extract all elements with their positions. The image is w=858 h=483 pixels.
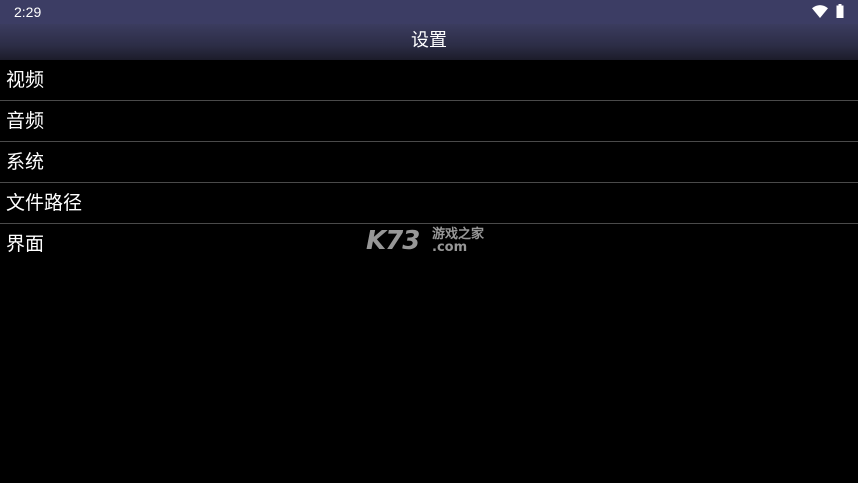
settings-item-audio[interactable]: 音频 <box>0 101 858 142</box>
settings-screen: 2:29 设置 视频 音频 系统 文件路径 界面 K73 游戏之家 .com <box>0 0 858 483</box>
settings-item-label: 界面 <box>6 233 45 255</box>
settings-item-file-path[interactable]: 文件路径 <box>0 183 858 224</box>
settings-item-label: 系统 <box>6 151 45 173</box>
settings-item-label: 视频 <box>6 69 45 91</box>
settings-item-label: 音频 <box>6 110 45 132</box>
watermark-k73: K73 <box>366 226 420 256</box>
settings-item-label: 文件路径 <box>6 192 83 214</box>
settings-item-system[interactable]: 系统 <box>0 142 858 183</box>
title-bar: 设置 <box>0 24 858 60</box>
wifi-icon <box>812 3 828 22</box>
status-icons <box>812 3 844 22</box>
settings-item-video[interactable]: 视频 <box>0 60 858 101</box>
status-bar: 2:29 <box>0 0 858 24</box>
watermark-logo: K73 游戏之家 .com <box>366 226 492 258</box>
battery-icon <box>836 3 844 22</box>
status-time: 2:29 <box>14 4 42 20</box>
page-title: 设置 <box>411 30 447 51</box>
watermark-domain: .com <box>432 240 468 255</box>
